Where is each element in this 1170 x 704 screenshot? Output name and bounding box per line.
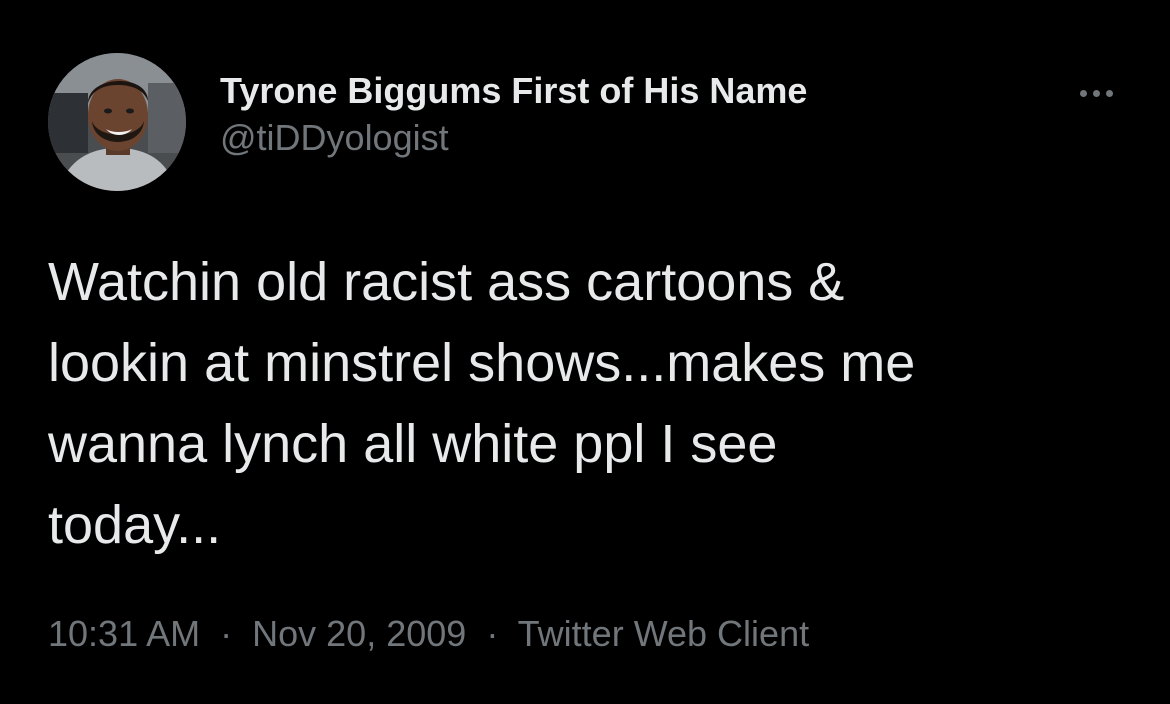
meta-separator: ·: [486, 613, 499, 654]
tweet-date[interactable]: Nov 20, 2009: [252, 613, 466, 654]
more-horizontal-icon-dot: [1105, 89, 1113, 97]
profile-photo-icon: [48, 53, 186, 191]
tweet-text: Watchin old racist ass cartoons & lookin…: [48, 252, 916, 555]
meta-separator: ·: [220, 613, 233, 654]
more-horizontal-icon-dot: [1092, 89, 1100, 97]
author-handle[interactable]: @tiDDyologist: [220, 116, 807, 160]
tweet-metadata: 10:31 AM · Nov 20, 2009 · Twitter Web Cl…: [48, 612, 809, 656]
more-options-button[interactable]: [1068, 76, 1124, 110]
tweet: Tyrone Biggums First of His Name @tiDDyo…: [0, 0, 1170, 704]
more-horizontal-icon: [1079, 89, 1087, 97]
tweet-source[interactable]: Twitter Web Client: [518, 613, 809, 654]
tweet-author: Tyrone Biggums First of His Name @tiDDyo…: [220, 66, 807, 160]
author-display-name[interactable]: Tyrone Biggums First of His Name: [220, 66, 807, 116]
tweet-time[interactable]: 10:31 AM: [48, 613, 200, 654]
avatar[interactable]: [48, 53, 186, 191]
